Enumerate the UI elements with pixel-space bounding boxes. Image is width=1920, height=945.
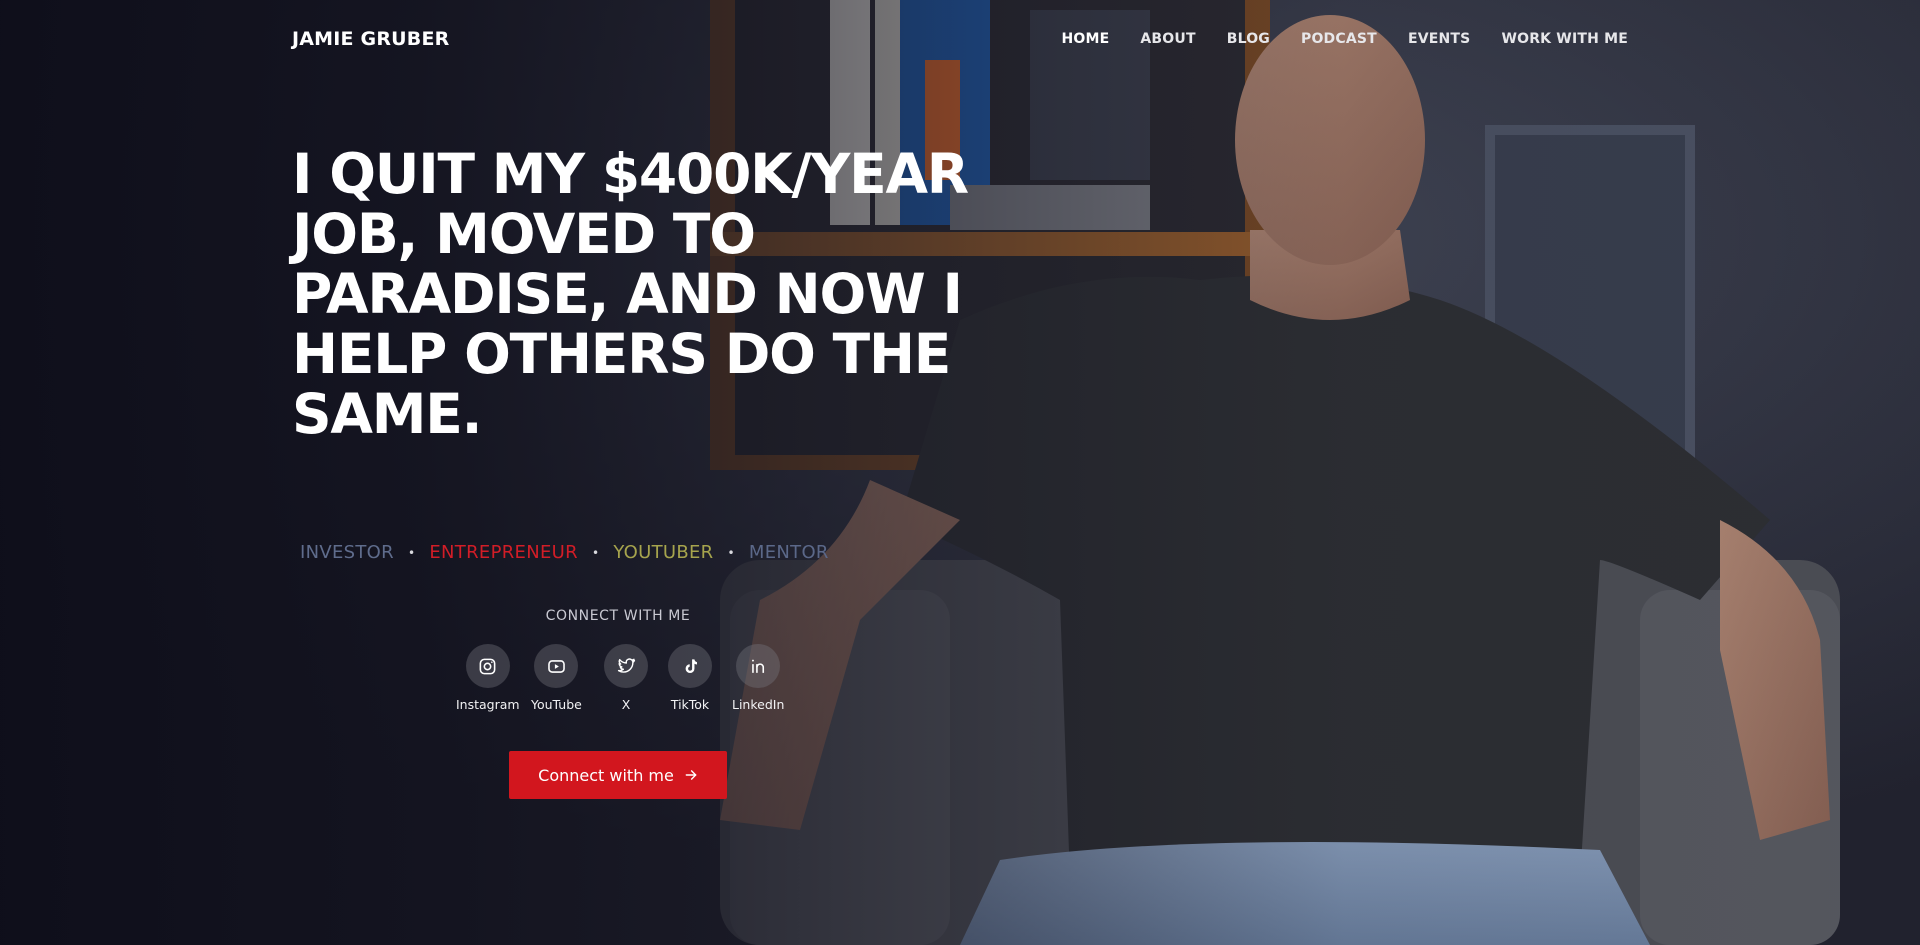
linkedin-icon-circle[interactable]	[736, 644, 781, 688]
cta-label: Connect with me	[538, 765, 674, 785]
social-linkedin[interactable]: LinkedIn	[732, 644, 784, 712]
nav-podcast[interactable]: PODCAST	[1301, 31, 1377, 47]
nav-home[interactable]: HOME	[1061, 31, 1109, 47]
social-youtube[interactable]: YouTube	[531, 644, 582, 712]
nav-about[interactable]: ABOUT	[1140, 31, 1195, 47]
arrow-right-icon	[685, 770, 697, 780]
instagram-icon	[479, 658, 496, 674]
hero-headline: I QUIT MY $400K/YEAR JOB, MOVED TO PARAD…	[292, 142, 969, 446]
instagram-icon-circle[interactable]	[465, 644, 510, 688]
social-instagram[interactable]: Instagram	[456, 644, 520, 712]
nav-blog[interactable]: BLOG	[1227, 31, 1270, 47]
role-separator: •	[591, 545, 600, 560]
role-investor: INVESTOR	[300, 542, 394, 563]
linkedin-icon	[751, 659, 764, 673]
social-tiktok[interactable]: TikTok	[668, 644, 712, 712]
role-youtuber: YOUTUBER	[613, 542, 714, 563]
tiktok-icon-circle[interactable]	[668, 644, 712, 688]
roles-line: INVESTOR • ENTREPRENEUR • YOUTUBER • MEN…	[300, 542, 829, 563]
social-label: TikTok	[670, 697, 710, 712]
tiktok-icon	[685, 658, 697, 673]
youtube-icon	[548, 659, 565, 673]
role-mentor: MENTOR	[748, 542, 829, 563]
site-logo[interactable]: JAMIE GRUBER	[292, 28, 450, 50]
social-label: YouTube	[531, 697, 582, 712]
social-label: X	[621, 697, 631, 712]
x-twitter-icon-circle[interactable]	[604, 644, 648, 688]
youtube-icon-circle[interactable]	[534, 644, 579, 688]
connect-label: CONNECT WITH ME	[545, 608, 691, 624]
social-x[interactable]: X	[604, 644, 648, 712]
role-separator: •	[407, 545, 416, 560]
social-label: Instagram	[456, 697, 520, 712]
social-label: LinkedIn	[732, 697, 785, 712]
role-entrepreneur: ENTREPRENEUR	[429, 542, 578, 563]
main-navigation: HOME ABOUT BLOG PODCAST EVENTS WORK WITH…	[1061, 31, 1628, 47]
role-separator: •	[727, 545, 735, 560]
nav-events[interactable]: EVENTS	[1408, 31, 1471, 47]
hero-section: JAMIE GRUBER HOME ABOUT BLOG PODCAST EVE…	[0, 0, 1920, 945]
x-twitter-icon	[617, 657, 635, 673]
nav-work-with-me[interactable]: WORK WITH ME	[1501, 31, 1628, 47]
connect-with-me-button[interactable]: Connect with me	[509, 751, 727, 799]
